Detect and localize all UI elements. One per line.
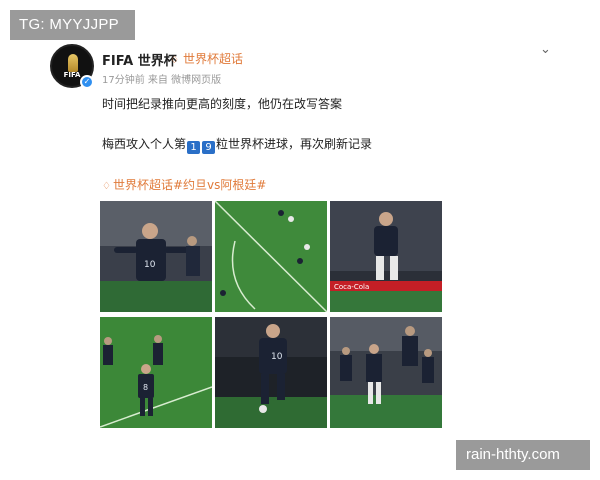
digit-emoji-1: 1 — [187, 141, 201, 154]
supertopic-tag[interactable]: ♢ 世界杯超话 — [170, 50, 243, 67]
digit-emoji-9: 9 — [202, 141, 216, 154]
verified-badge-icon: ✓ — [80, 75, 94, 89]
topic-label: 世界杯超话#约旦vs阿根廷# — [112, 178, 267, 192]
jersey-number: 10 — [144, 260, 156, 270]
topic-link[interactable]: ♢ 世界杯超话#约旦vs阿根廷# — [102, 176, 266, 193]
post-text-line1: 时间把纪录推向更高的刻度，他仍在改写答案 — [102, 97, 343, 111]
photo-goal-celebration-jump[interactable]: Coca-Cola — [330, 201, 442, 312]
photo-team-celebration[interactable] — [330, 317, 442, 428]
diamond-icon: ♢ — [170, 55, 179, 66]
author-name[interactable]: FIFA 世界杯 — [102, 50, 177, 69]
photo-aerial-pitch[interactable] — [215, 201, 327, 312]
post-text-line2: 梅西攻入个人第 1 9 粒世界杯进球，再次刷新记录 — [102, 135, 372, 154]
jersey-number: 10 — [271, 352, 283, 362]
photo-messi-celebrating[interactable]: 10 — [100, 201, 212, 312]
trophy-icon — [68, 54, 78, 72]
banner-text: Coca-Cola — [334, 283, 369, 291]
photo-players-on-pitch[interactable]: 8 — [100, 317, 212, 428]
weibo-post: FIFA ✓ FIFA 世界杯 ♢ 世界杯超话 17分钟前 来自 微博网页版 ⌄ … — [46, 40, 566, 440]
post-text-before: 梅西攻入个人第 — [102, 137, 187, 151]
supertopic-label: 世界杯超话 — [183, 52, 244, 66]
diamond-icon: ♢ — [102, 181, 111, 192]
post-meta: 17分钟前 来自 微博网页版 — [102, 75, 222, 86]
jersey-number: 8 — [143, 383, 148, 392]
photo-grid: 10 Coca-Cola 8 10 — [100, 201, 442, 429]
photo-messi-shooting[interactable]: 10 — [215, 317, 327, 428]
watermark-bottom-right: rain-hthty.com — [456, 440, 590, 470]
chevron-down-icon[interactable]: ⌄ — [540, 42, 551, 57]
watermark-top-left: TG: MYYJJPP — [10, 10, 135, 40]
post-text-after: 粒世界杯进球，再次刷新记录 — [216, 137, 373, 151]
